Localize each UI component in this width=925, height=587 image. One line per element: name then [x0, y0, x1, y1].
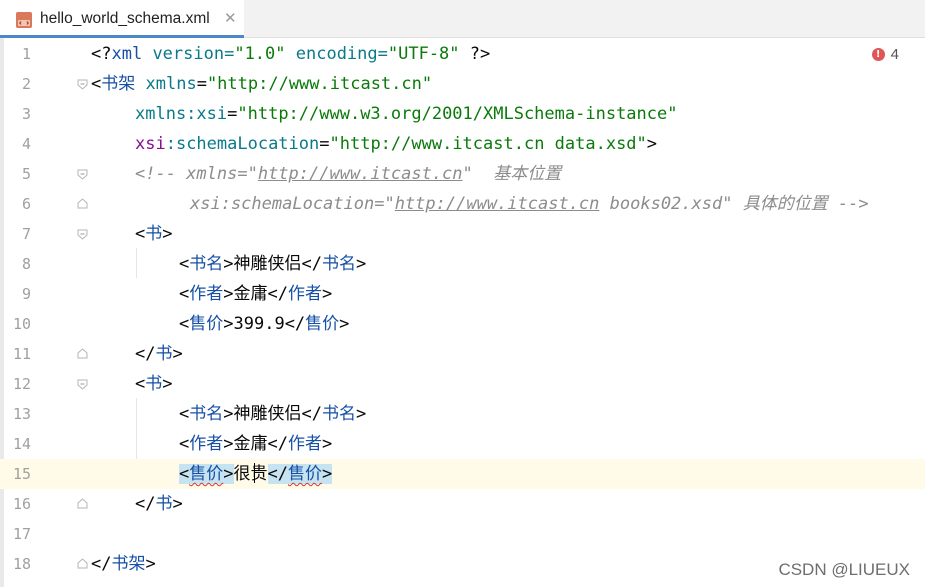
line-number: 7 [21, 225, 31, 243]
line-number: 14 [12, 435, 31, 453]
code-line-17: 17 [0, 519, 925, 549]
fold-end-icon[interactable] [77, 198, 88, 209]
line-number: 13 [12, 405, 31, 423]
code-line-14: 14 <作者>金庸</作者> [0, 429, 925, 459]
line-number: 18 [12, 555, 31, 573]
code-text: </书> [135, 494, 183, 514]
code-editor[interactable]: ! 4 1 <?xml version="1.0" encoding="UTF-… [0, 38, 925, 587]
matched-open-tag: <售价> [179, 464, 234, 484]
line-number: 10 [12, 315, 31, 333]
fold-open-icon[interactable] [77, 79, 88, 90]
code-line-4: 4 xsi:schemaLocation="http://www.itcast.… [0, 129, 925, 159]
code-text: <作者>金庸</作者> [179, 284, 333, 304]
fold-open-icon[interactable] [77, 379, 88, 390]
code-text: <书名>神雕侠侣</书名> [179, 254, 367, 274]
line-number: 2 [21, 75, 31, 93]
code-line-13: 13 <书名>神雕侠侣</书名> [0, 399, 925, 429]
code-text: <书架 xmlns="http://www.itcast.cn" [91, 74, 433, 94]
editor-tab-bar: hello_world_schema.xml ✕ [0, 0, 925, 38]
code-text: <书> [135, 224, 173, 244]
code-text: <作者>金庸</作者> [179, 434, 333, 454]
code-line-5: 5 <!-- xmlns="http://www.itcast.cn" 基本位置 [0, 159, 925, 189]
line-number: 4 [21, 135, 31, 153]
comment-text: xsi:schemaLocation="http://www.itcast.cn… [190, 194, 869, 214]
line-number: 16 [12, 495, 31, 513]
fold-end-icon[interactable] [77, 498, 88, 509]
line-number: 17 [12, 525, 31, 543]
text-caret [254, 463, 255, 483]
matched-close-tag: </售价> [267, 464, 333, 484]
code-line-7: 7 <书> [0, 219, 925, 249]
fold-end-icon[interactable] [77, 558, 88, 569]
code-text: <?xml version="1.0" encoding="UTF-8" ?> [91, 44, 491, 64]
code-line-16: 16 </书> [0, 489, 925, 519]
fold-open-icon[interactable] [77, 169, 88, 180]
code-line-8: 8 <书名>神雕侠侣</书名> [0, 249, 925, 279]
code-text: </书> [135, 344, 183, 364]
code-line-1: 1 <?xml version="1.0" encoding="UTF-8" ?… [0, 39, 925, 69]
code-text: xmlns:xsi="http://www.w3.org/2001/XMLSch… [135, 104, 678, 124]
code-text: </书架> [91, 554, 156, 574]
xml-file-icon [16, 12, 32, 28]
tab-label: hello_world_schema.xml [40, 10, 210, 27]
line-number: 8 [21, 255, 31, 273]
line-number: 3 [21, 105, 31, 123]
code-line-9: 9 <作者>金庸</作者> [0, 279, 925, 309]
line-number: 11 [12, 345, 31, 363]
code-line-3: 3 xmlns:xsi="http://www.w3.org/2001/XMLS… [0, 99, 925, 129]
comment-text: <!-- xmlns="http://www.itcast.cn" 基本位置 [135, 164, 562, 184]
code-text: <书名>神雕侠侣</书名> [179, 404, 367, 424]
code-text: <售价>很贵</售价> [179, 464, 333, 484]
line-number: 12 [12, 375, 31, 393]
fold-end-icon[interactable] [77, 348, 88, 359]
line-number: 5 [21, 165, 31, 183]
line-number: 9 [21, 285, 31, 303]
line-number: 15 [12, 465, 31, 483]
code-text: xsi:schemaLocation="http://www.itcast.cn… [135, 134, 658, 154]
code-line-12: 12 <书> [0, 369, 925, 399]
code-line-2: 2 <书架 xmlns="http://www.itcast.cn" [0, 69, 925, 99]
close-icon[interactable]: ✕ [224, 9, 237, 27]
code-line-15-current: 15 <售价>很贵</售价> [0, 459, 925, 489]
line-number: 1 [21, 45, 31, 63]
code-line-6: 6 xsi:schemaLocation="http://www.itcast.… [0, 189, 925, 219]
code-text: <售价>399.9</售价> [179, 314, 350, 334]
code-text: <书> [135, 374, 173, 394]
tab-hello-world-schema[interactable]: hello_world_schema.xml ✕ [0, 0, 244, 38]
code-line-10: 10 <售价>399.9</售价> [0, 309, 925, 339]
code-line-11: 11 </书> [0, 339, 925, 369]
watermark: CSDN @LIUEUX [778, 560, 910, 579]
line-number: 6 [21, 195, 31, 213]
fold-open-icon[interactable] [77, 229, 88, 240]
